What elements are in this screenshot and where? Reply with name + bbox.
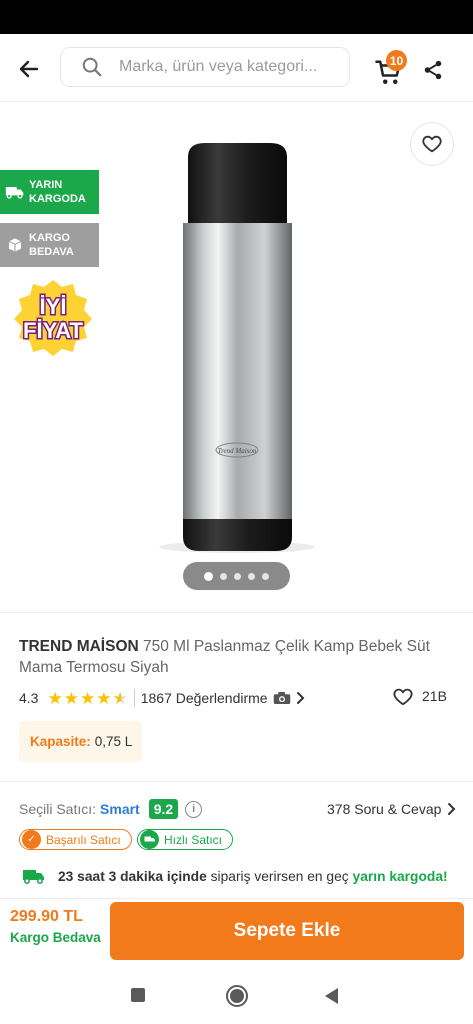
search-icon: [79, 54, 105, 80]
favorites-count[interactable]: 21B: [392, 686, 447, 706]
bottom-bar: 299.90 TL Kargo Bedava Sepete Ekle: [0, 898, 473, 966]
star-icon: ★: [96, 688, 112, 708]
arrow-left-icon: [19, 60, 39, 78]
pagination-dot[interactable]: [234, 572, 241, 580]
delivery-truck-icon: [22, 867, 46, 885]
star-icon: ★: [79, 688, 96, 708]
box-icon: [4, 237, 26, 253]
good-price-badge: İYİ FİYAT: [14, 280, 92, 356]
badge-line1: KARGO: [29, 232, 70, 244]
share-icon: [424, 60, 442, 80]
status-bar: [0, 0, 473, 34]
recents-icon[interactable]: [131, 988, 145, 1002]
price: 299.90 TL: [10, 908, 83, 925]
qa-link[interactable]: 378 Soru & Cevap: [327, 801, 458, 817]
heart-icon: [422, 135, 442, 153]
seller-label: Seçili Satıcı:: [19, 801, 97, 817]
product-brand[interactable]: TREND MAİSON: [19, 638, 139, 655]
star-icon: ★: [63, 688, 79, 708]
pagination-dot[interactable]: [248, 572, 255, 580]
add-to-cart-button[interactable]: Sepete Ekle: [110, 902, 464, 960]
badge-line2: KARGODA: [29, 193, 86, 205]
rating-row[interactable]: 4.3 ★ ★ ★ ★ ★ 1867 Değerlendirme: [19, 688, 307, 708]
info-icon[interactable]: i: [185, 800, 203, 818]
product-image: Trend Maison: [159, 143, 315, 553]
favorites-value: 21B: [422, 688, 447, 704]
badge-label: Başarılı Satıcı: [46, 832, 121, 847]
system-nav-bar: [0, 966, 473, 1024]
truck-icon: [140, 830, 159, 849]
home-icon[interactable]: [226, 985, 248, 1007]
medal-icon: ✓: [22, 830, 41, 849]
promo-text-line2: FİYAT: [23, 318, 83, 343]
star-icon: ★: [47, 688, 63, 708]
seller-row: Seçili Satıcı: Smart 9.2 i: [19, 799, 203, 819]
back-triangle-icon[interactable]: [325, 988, 338, 1004]
qa-text: 378 Soru & Cevap: [327, 801, 442, 817]
seller-score: 9.2: [148, 799, 179, 819]
product-title: TREND MAİSON 750 Ml Paslanmaz Çelik Kamp…: [19, 636, 459, 678]
successful-seller-badge: ✓ Başarılı Satıcı: [19, 829, 132, 850]
seller-section: Seçili Satıcı: Smart 9.2 i 378 Soru & Ce…: [0, 783, 473, 898]
product-logo-text: Trend Maison: [218, 447, 257, 455]
capacity-attribute[interactable]: Kapasite: 0,75 L: [19, 721, 142, 762]
delivery-time: 23 saat 3 dakika içinde: [58, 868, 207, 884]
product-gallery[interactable]: YARIN KARGODA KARGO BEDAVA İYİ FİYAT Tre…: [0, 103, 473, 613]
attribute-value: 0,75 L: [94, 734, 133, 749]
top-bar: 10: [0, 34, 473, 102]
delivery-middle: sipariş verirsen en geç: [210, 868, 349, 884]
product-info: TREND MAİSON 750 Ml Paslanmaz Çelik Kamp…: [0, 614, 473, 782]
fast-delivery-badge: YARIN KARGODA: [0, 170, 99, 214]
rating-stars: ★ ★ ★ ★ ★: [47, 690, 127, 707]
badge-line1: YARIN: [29, 179, 63, 191]
divider: [133, 689, 135, 707]
free-shipping-badge: KARGO BEDAVA: [0, 223, 99, 267]
review-count[interactable]: 1867 Değerlendirme: [141, 690, 268, 706]
back-button[interactable]: [14, 54, 44, 84]
camera-icon: [273, 692, 290, 704]
pagination-dot[interactable]: [220, 572, 227, 580]
chevron-right-icon: [448, 803, 456, 815]
delivery-info: 23 saat 3 dakika içinde sipariş verirsen…: [22, 867, 448, 885]
chevron-right-icon: [296, 692, 304, 704]
cart-button[interactable]: 10: [374, 50, 410, 88]
pagination-dot[interactable]: [262, 572, 269, 580]
half-star-icon: ★: [112, 688, 128, 708]
seller-name[interactable]: Smart: [100, 801, 140, 817]
delivery-target: yarın kargoda!: [352, 868, 448, 884]
favorite-button[interactable]: [410, 122, 454, 166]
attribute-label: Kapasite:: [30, 734, 91, 749]
badge-label: Hızlı Satıcı: [164, 832, 223, 847]
pagination-dot[interactable]: [204, 571, 213, 581]
share-button[interactable]: [419, 56, 447, 84]
fast-seller-badge: Hızlı Satıcı: [137, 829, 233, 850]
truck-icon: [4, 185, 26, 199]
free-shipping-label: Kargo Bedava: [10, 930, 101, 945]
image-pagination[interactable]: [183, 562, 290, 590]
search-input[interactable]: [119, 58, 334, 76]
rating-value: 4.3: [19, 690, 39, 706]
search-box[interactable]: [60, 47, 350, 87]
heart-icon: [393, 688, 413, 706]
promo-text-line1: İYİ: [40, 294, 67, 319]
badge-line2: BEDAVA: [29, 246, 74, 258]
cart-count-badge: 10: [386, 50, 407, 71]
